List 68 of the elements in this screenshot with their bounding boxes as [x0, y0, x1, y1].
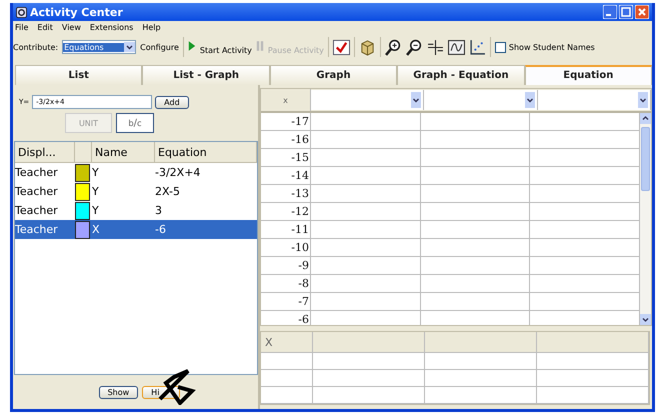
table-cell: -13 [261, 185, 311, 202]
equation-row[interactable]: Teacher Y -3/2X+4 [15, 163, 257, 182]
table-cell-text: -6 [155, 223, 167, 236]
zoom-out-icon[interactable] [406, 38, 423, 56]
table-cell: -12 [261, 203, 311, 220]
play-icon [188, 39, 196, 53]
table-cell-text: Teacher [15, 166, 59, 179]
maximize-button[interactable] [619, 5, 633, 19]
axis-scale-icon[interactable] [426, 38, 444, 56]
menu-item[interactable]: File [15, 23, 28, 32]
table-cell: -7 [261, 293, 311, 310]
close-button[interactable] [635, 5, 649, 19]
table-cell: -10 [261, 239, 311, 256]
column-header[interactable]: Equation [155, 142, 257, 162]
table-cell: -15 [261, 149, 311, 166]
table-cell-text: Teacher [15, 204, 59, 217]
scroll-up-icon[interactable] [640, 113, 651, 124]
table-cell: -9 [261, 257, 311, 274]
zoom-in-icon[interactable] [384, 38, 402, 56]
scatter-plot-icon[interactable] [468, 38, 486, 56]
window-title: Activity Center [30, 6, 123, 18]
tab[interactable]: List - Graph [142, 65, 270, 85]
equation-row[interactable]: Teacher Y 3 [15, 201, 257, 220]
show-button[interactable]: Show [98, 386, 138, 398]
app-icon [16, 6, 27, 18]
menu-item[interactable]: Help [142, 23, 161, 32]
column-header[interactable]: Displ... [15, 142, 75, 162]
show-student-names-checkbox[interactable]: Show Student Names [494, 42, 595, 52]
table-cell: -11 [261, 221, 311, 238]
table-cell: -17 [261, 113, 311, 130]
table-cell: -16 [261, 131, 311, 148]
table-cell-text: Teacher [15, 185, 59, 198]
menu-item[interactable]: Extensions [90, 23, 134, 32]
table-cell: -6 [261, 311, 311, 325]
start-activity-button[interactable]: Start Activity [188, 40, 252, 54]
cursor-icon [158, 369, 198, 405]
table-cell-text: -3/2X+4 [155, 166, 202, 179]
tab[interactable]: Graph - Equation [397, 65, 525, 85]
equation-row[interactable]: Teacher Y 2X-5 [15, 182, 257, 201]
contribute-dropdown[interactable]: Equations [62, 40, 136, 54]
equation-row[interactable]: Teacher X -6 [15, 220, 257, 239]
tab[interactable]: Equation [524, 65, 652, 85]
column-header[interactable]: Name [92, 142, 155, 162]
minimize-button[interactable] [603, 5, 617, 19]
configure-button[interactable]: Configure [140, 42, 179, 52]
table-cell-text: Y [92, 204, 100, 217]
scroll-down-icon[interactable] [640, 314, 651, 325]
tab[interactable]: List [15, 65, 142, 85]
tab[interactable]: Graph [270, 65, 398, 85]
contribute-label: Contribute: [13, 42, 58, 52]
column-header: X [261, 332, 313, 352]
table-cell-text: 3 [155, 204, 163, 217]
table-cell: -14 [261, 167, 311, 184]
scrollbar[interactable] [640, 113, 651, 325]
table-cell-text: Teacher [15, 223, 59, 236]
pause-icon [256, 39, 264, 53]
table-cell: -8 [261, 275, 311, 292]
table-cell-text: X [92, 223, 101, 236]
table-cell-text: 2X-5 [155, 185, 181, 198]
checkmark-icon[interactable] [332, 38, 350, 56]
table-cell-text: Y [92, 166, 100, 179]
add-button[interactable]: Add [155, 96, 189, 108]
menu-item[interactable]: View [62, 23, 81, 32]
package-icon[interactable] [358, 38, 376, 56]
scroll-thumb[interactable] [641, 127, 650, 191]
graph-window-icon[interactable] [448, 38, 465, 56]
menu-item[interactable]: Edit [37, 23, 53, 32]
table-cell-text: Y [92, 185, 100, 198]
